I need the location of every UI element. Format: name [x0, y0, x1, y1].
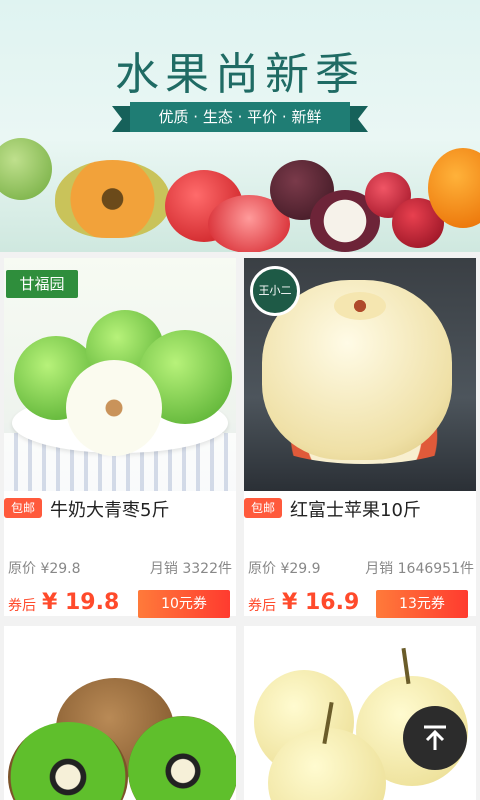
brand-logo-2: 王小二: [250, 266, 300, 316]
free-shipping-badge-2: 包邮: [244, 498, 282, 518]
brand-logo-1: 甘福园: [6, 270, 78, 298]
banner-title: 水果尚新季: [115, 49, 365, 100]
original-price-1: 原价 ¥29.8: [8, 561, 81, 577]
original-price-2: 原价 ¥29.9: [248, 561, 321, 577]
after-coupon-label-1: 券后: [8, 598, 36, 614]
banner[interactable]: 水果尚新季 优质 · 生态 · 平价 · 新鲜: [0, 0, 480, 252]
after-coupon-label-2: 券后: [248, 598, 276, 614]
coupon-button-2[interactable]: 13元券: [376, 590, 468, 618]
monthly-sales-1: 月销 3322件: [149, 561, 232, 577]
product-card-3[interactable]: [4, 626, 236, 800]
coupon-button-1[interactable]: 10元券: [138, 590, 230, 618]
monthly-sales-2: 月销 1646951件: [365, 561, 474, 577]
arrow-up-icon: [424, 725, 446, 750]
price-1: ¥ 19.8: [42, 590, 120, 615]
product-name-2[interactable]: 红富士苹果10斤: [290, 496, 421, 522]
banner-subtitle: 优质 · 生态 · 平价 · 新鲜: [112, 102, 368, 132]
free-shipping-badge-1: 包邮: [4, 498, 42, 518]
product-image-3[interactable]: [4, 626, 236, 800]
product-name-1[interactable]: 牛奶大青枣5斤: [50, 496, 169, 522]
banner-fruits: [0, 138, 480, 252]
back-to-top-button[interactable]: [403, 706, 467, 770]
price-2: ¥ 16.9: [282, 590, 360, 615]
